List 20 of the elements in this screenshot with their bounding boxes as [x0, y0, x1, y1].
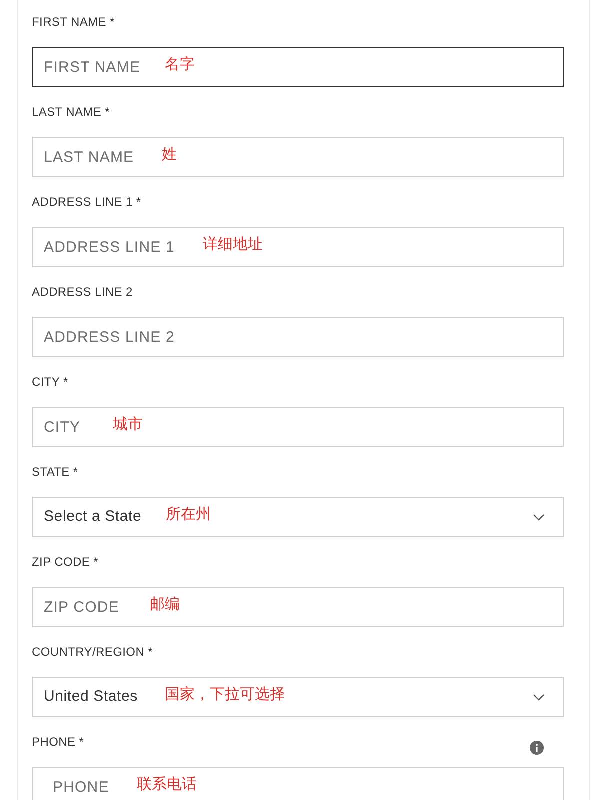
annotation: 联系电话: [137, 775, 197, 795]
field-label: LAST NAME *: [32, 104, 110, 121]
field-label: ZIP CODE *: [32, 554, 98, 571]
annotation: 邮编: [150, 595, 180, 615]
annotation: 姓: [162, 145, 177, 165]
annotation: 所在州: [166, 505, 211, 525]
field-label: ADDRESS LINE 2: [32, 284, 133, 301]
field-label: FIRST NAME *: [32, 14, 115, 31]
info-icon[interactable]: [530, 741, 544, 755]
field-label: CITY *: [32, 374, 68, 391]
field-label: COUNTRY/REGION *: [32, 644, 153, 661]
annotation: 详细地址: [203, 235, 263, 255]
annotation: 国家，下拉可选择: [165, 685, 285, 705]
field-label: STATE *: [32, 464, 78, 481]
annotation: 城市: [113, 415, 143, 435]
field-label: ADDRESS LINE 1 *: [32, 194, 142, 211]
annotation: 名字: [165, 55, 195, 75]
chevron-down-icon: [533, 694, 545, 700]
field-label: PHONE *: [32, 734, 84, 751]
chevron-down-icon: [533, 514, 545, 520]
